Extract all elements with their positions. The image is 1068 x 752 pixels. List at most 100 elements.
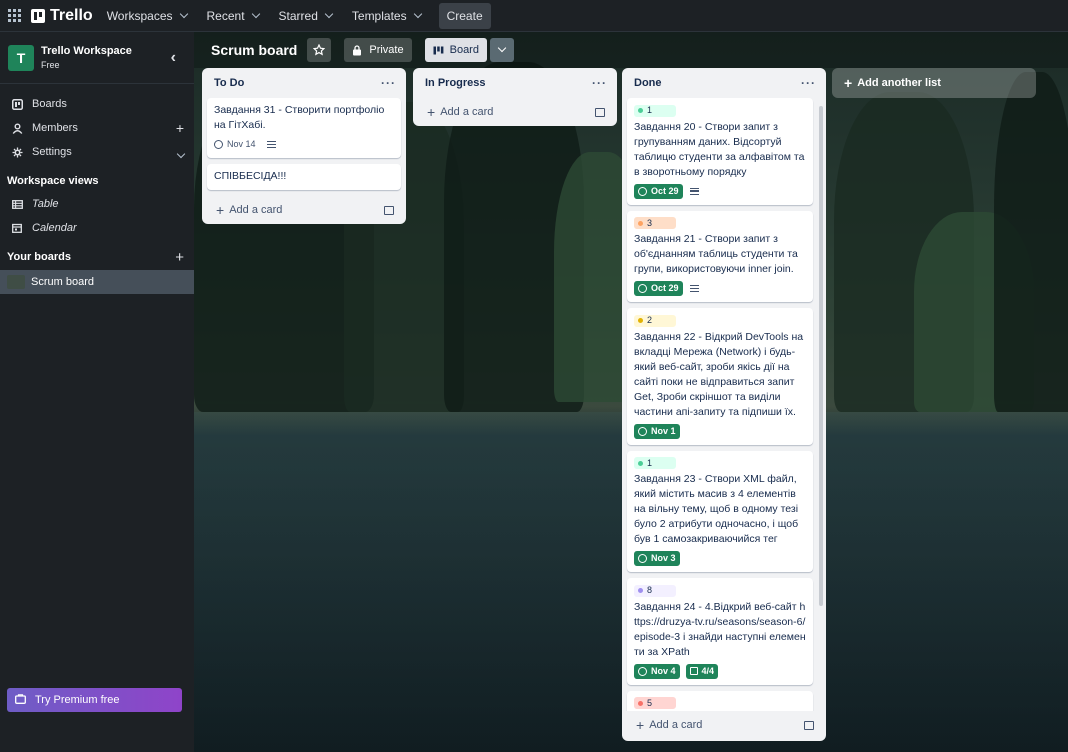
- card-label: 5: [634, 697, 676, 709]
- board-thumbnail: [7, 275, 25, 289]
- sidebar-item-members[interactable]: Members +: [0, 116, 194, 140]
- card-label: 1: [634, 104, 676, 117]
- nav-templates[interactable]: Templates: [351, 8, 422, 23]
- list-to-do: To Do ··· Завдання 31 - Створити портфол…: [202, 68, 406, 224]
- workspace-avatar: T: [8, 44, 34, 71]
- label-text: 5: [647, 697, 653, 708]
- list-menu-icon[interactable]: ···: [592, 76, 607, 90]
- add-card-button[interactable]: + Add a card: [202, 196, 406, 224]
- label-text: 2: [647, 315, 653, 325]
- sidebar-item-label: Settings: [32, 146, 72, 158]
- card[interactable]: 5: [627, 690, 813, 711]
- list-menu-icon[interactable]: ···: [381, 76, 396, 90]
- table-icon: [11, 198, 23, 210]
- due-date: Nov 4: [651, 665, 676, 676]
- visibility-label: Private: [369, 44, 404, 56]
- nav-starred[interactable]: Starred: [279, 9, 334, 23]
- list-header[interactable]: Done ···: [622, 68, 826, 98]
- list-header[interactable]: To Do ···: [202, 68, 406, 98]
- premium-label: Try Premium free: [35, 694, 120, 706]
- visibility-button[interactable]: Private: [344, 38, 412, 62]
- clock-icon: [214, 140, 223, 149]
- view-switcher-button[interactable]: [489, 38, 514, 62]
- sidebar-item-label: Boards: [32, 98, 67, 110]
- workspace-header: T Trello Workspace Free ‹: [0, 32, 194, 84]
- card-badges: Oct 29: [634, 183, 806, 199]
- due-date: Oct 29: [651, 283, 679, 293]
- card-label: 3: [634, 217, 676, 229]
- card-badges: Nov 1: [634, 423, 806, 439]
- list-in-progress: In Progress ··· + Add a card: [413, 68, 617, 126]
- nav-recent[interactable]: Recent: [207, 9, 260, 23]
- label-text: 1: [647, 457, 653, 468]
- list-header[interactable]: In Progress ···: [413, 68, 617, 98]
- label-text: 3: [647, 217, 653, 228]
- list-menu-icon[interactable]: ···: [801, 76, 816, 90]
- description-icon: [689, 187, 699, 195]
- top-bar: Trello Workspaces Recent Starred Templat…: [0, 0, 1068, 32]
- add-member-icon[interactable]: +: [176, 120, 184, 136]
- list-cards[interactable]: 1 Завдання 20 - Створи запит з групуванн…: [622, 98, 826, 711]
- add-list-button[interactable]: + Add another list: [832, 68, 1036, 98]
- chevron-down-icon: [413, 9, 422, 18]
- lock-icon: [353, 44, 362, 55]
- card[interactable]: 2 Завдання 22 - Відкрий DevTools на вкла…: [627, 308, 813, 445]
- clock-icon: [638, 554, 647, 563]
- card-title: Завдання 20 - Створи запит з групуванням…: [634, 120, 805, 178]
- due-date: Nov 3: [651, 553, 676, 563]
- list-done: Done ··· 1 Завдання 20 - Створи запит з …: [622, 68, 826, 741]
- star-icon: [313, 44, 326, 56]
- card-title: СПІВБЕСІДА!!!: [214, 170, 287, 182]
- clock-icon: [638, 186, 647, 196]
- list-scrollbar[interactable]: [819, 106, 823, 606]
- create-button[interactable]: Create: [438, 2, 491, 29]
- card[interactable]: 1 Завдання 20 - Створи запит з групуванн…: [627, 98, 813, 205]
- add-card-label: Add a card: [229, 204, 283, 216]
- workspace-name: Trello Workspace: [41, 45, 132, 57]
- sidebar-board-label: Scrum board: [31, 276, 94, 288]
- card[interactable]: Завдання 31 - Створити портфоліо на ГітХ…: [207, 98, 401, 158]
- add-list-label: Add another list: [857, 77, 941, 89]
- board-header: Scrum board Private Board: [194, 32, 1068, 68]
- sidebar-board-scrum[interactable]: Scrum board: [0, 270, 194, 294]
- checklist-count: 4/4: [701, 665, 715, 676]
- try-premium-button[interactable]: Try Premium free: [7, 688, 182, 712]
- gear-icon: [11, 146, 23, 158]
- card[interactable]: 1 Завдання 23 - Створи XML файл, який мі…: [627, 450, 813, 572]
- trello-logo[interactable]: Trello: [31, 7, 93, 25]
- checklist-icon: [689, 667, 698, 675]
- add-card-label: Add a card: [649, 719, 703, 731]
- chevron-down-icon: [324, 9, 334, 18]
- board-title[interactable]: Scrum board: [211, 42, 297, 58]
- sidebar-item-table[interactable]: Table: [0, 192, 194, 216]
- person-icon: [11, 122, 23, 134]
- template-icon[interactable]: [384, 205, 394, 215]
- card[interactable]: 3 Завдання 21 - Створи запит з об'єднанн…: [627, 210, 813, 302]
- sidebar-item-settings[interactable]: Settings: [0, 140, 194, 164]
- clock-icon: [638, 666, 647, 676]
- premium-icon: [15, 693, 26, 707]
- due-date-badge: Nov 4: [634, 663, 680, 679]
- star-button[interactable]: [307, 38, 332, 62]
- app-switcher-icon[interactable]: [8, 8, 22, 23]
- label-text: 1: [647, 105, 653, 115]
- sidebar-item-boards[interactable]: Boards: [0, 92, 194, 116]
- nav-label: Templates: [351, 8, 407, 23]
- card-badges: Nov 3: [634, 551, 806, 566]
- collapse-sidebar-icon[interactable]: ‹: [171, 49, 176, 67]
- template-icon[interactable]: [595, 107, 605, 117]
- add-board-icon[interactable]: +: [175, 249, 184, 266]
- sidebar-item-label: Table: [32, 198, 59, 210]
- board-view-button[interactable]: Board: [424, 38, 487, 62]
- list-title: To Do: [214, 77, 245, 89]
- card[interactable]: 8 Завдання 24 - 4.Відкрий веб-сайт https…: [627, 578, 813, 685]
- card[interactable]: СПІВБЕСІДА!!!: [207, 164, 401, 190]
- board-canvas: Scrum board Private Board To Do ··· Завд…: [194, 32, 1068, 752]
- workspace-plan: Free: [41, 60, 60, 70]
- add-card-button[interactable]: + Add a card: [622, 711, 826, 739]
- add-card-button[interactable]: + Add a card: [413, 98, 617, 126]
- nav-workspaces[interactable]: Workspaces: [107, 9, 188, 23]
- template-icon[interactable]: [804, 720, 814, 730]
- chevron-down-icon[interactable]: [176, 144, 186, 160]
- sidebar-item-calendar[interactable]: Calendar: [0, 216, 194, 240]
